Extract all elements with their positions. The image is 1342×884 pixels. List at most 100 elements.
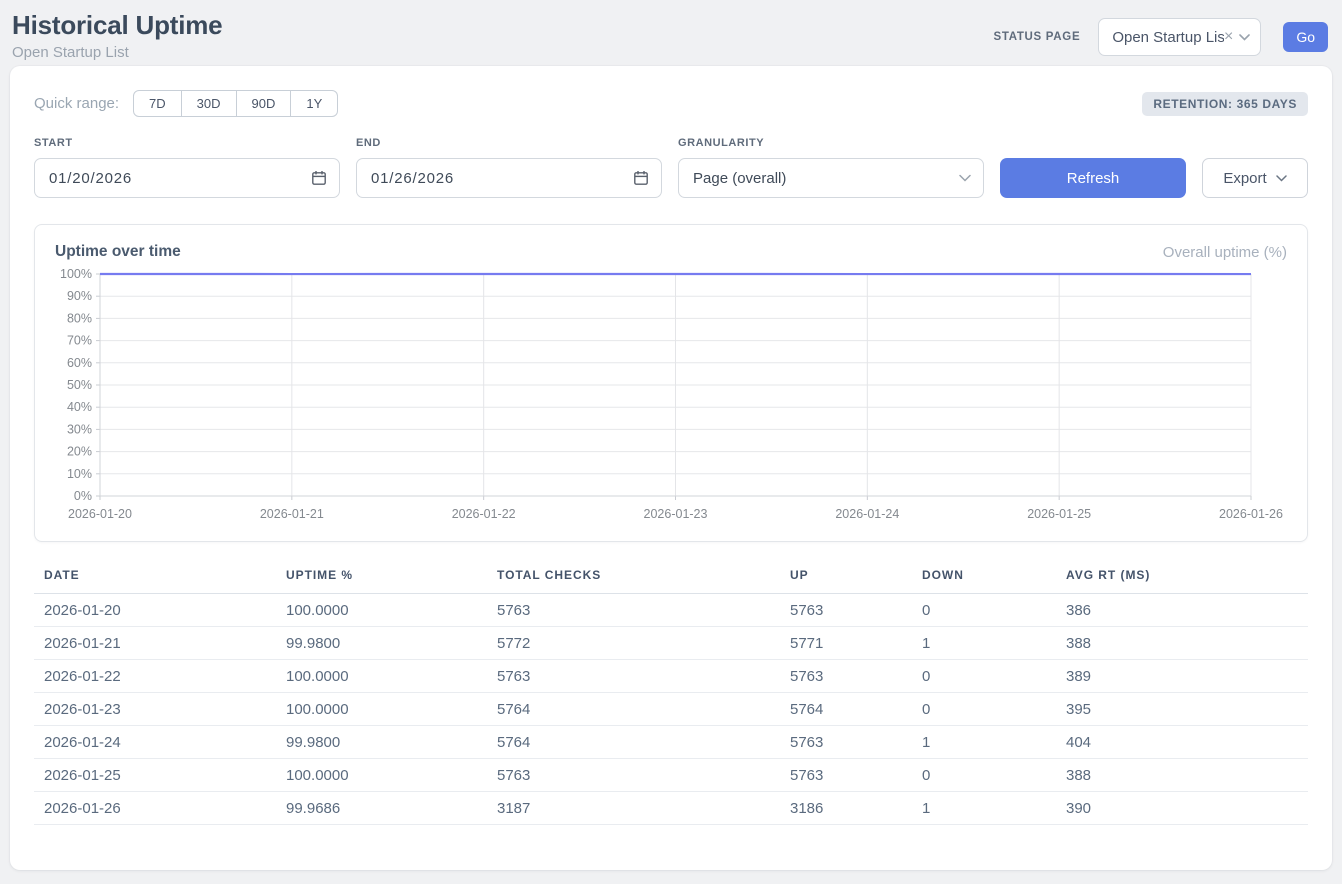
table-row: 2026-01-2699.9686318731861390 <box>34 792 1308 825</box>
table-row: 2026-01-25100.0000576357630388 <box>34 759 1308 792</box>
granularity-select[interactable]: Page (overall) <box>678 158 984 198</box>
table-cell: 5763 <box>497 759 790 792</box>
svg-text:10%: 10% <box>67 467 92 481</box>
table-cell: 388 <box>1066 759 1308 792</box>
page-header: Historical Uptime Open Startup List STAT… <box>0 0 1342 66</box>
svg-text:90%: 90% <box>67 289 92 303</box>
quick-range-30d-button[interactable]: 30D <box>182 90 237 117</box>
column-header: AVG RT (MS) <box>1066 556 1308 594</box>
table-cell: 2026-01-22 <box>34 660 286 693</box>
table-cell: 3187 <box>497 792 790 825</box>
svg-text:2026-01-21: 2026-01-21 <box>260 507 324 521</box>
page-subtitle: Open Startup List <box>12 44 222 61</box>
go-button[interactable]: Go <box>1283 22 1328 52</box>
svg-text:30%: 30% <box>67 422 92 436</box>
uptime-table: DATEUPTIME %TOTAL CHECKSUPDOWNAVG RT (MS… <box>34 556 1308 825</box>
column-header: DATE <box>34 556 286 594</box>
svg-text:2026-01-20: 2026-01-20 <box>68 507 132 521</box>
status-page-select[interactable]: Open Startup List × <box>1098 18 1261 56</box>
table-cell: 1 <box>922 792 1066 825</box>
svg-text:80%: 80% <box>67 311 92 325</box>
svg-text:20%: 20% <box>67 445 92 459</box>
quick-range-90d-button[interactable]: 90D <box>237 90 292 117</box>
chevron-down-icon <box>1239 34 1250 41</box>
status-page-select-value: Open Startup List <box>1112 29 1224 46</box>
column-header: UPTIME % <box>286 556 497 594</box>
column-header: TOTAL CHECKS <box>497 556 790 594</box>
page-title: Historical Uptime <box>12 10 222 41</box>
svg-text:2026-01-26: 2026-01-26 <box>1219 507 1283 521</box>
start-date-label: START <box>34 137 340 149</box>
table-cell: 0 <box>922 759 1066 792</box>
svg-text:50%: 50% <box>67 378 92 392</box>
table-cell: 386 <box>1066 594 1308 627</box>
table-cell: 1 <box>922 726 1066 759</box>
start-date-field: START 01/20/2026 <box>34 137 340 198</box>
table-row: 2026-01-23100.0000576457640395 <box>34 693 1308 726</box>
chart-legend: Overall uptime (%) <box>1163 244 1287 261</box>
svg-text:60%: 60% <box>67 356 92 370</box>
chevron-down-icon <box>959 174 971 182</box>
table-cell: 100.0000 <box>286 693 497 726</box>
start-date-input[interactable]: 01/20/2026 <box>34 158 340 198</box>
uptime-line-chart: 0% 10% 20% 30% 40% 50% 60% 70% 80% 90% 100% 2026-01… <box>55 267 1287 529</box>
svg-text:0%: 0% <box>74 489 92 503</box>
table-cell: 5763 <box>497 660 790 693</box>
table-cell: 389 <box>1066 660 1308 693</box>
title-block: Historical Uptime Open Startup List <box>12 10 222 61</box>
table-cell: 99.9686 <box>286 792 497 825</box>
table-cell: 5772 <box>497 627 790 660</box>
column-header: DOWN <box>922 556 1066 594</box>
table-cell: 5764 <box>497 693 790 726</box>
quick-range-7d-button[interactable]: 7D <box>133 90 182 117</box>
table-cell: 99.9800 <box>286 726 497 759</box>
table-cell: 5763 <box>497 594 790 627</box>
quick-range-group: 7D 30D 90D 1Y <box>133 90 338 117</box>
granularity-field: GRANULARITY Page (overall) <box>678 137 984 198</box>
refresh-button[interactable]: Refresh <box>1000 158 1186 198</box>
table-cell: 100.0000 <box>286 660 497 693</box>
quick-range-1y-button[interactable]: 1Y <box>291 90 338 117</box>
table-cell: 100.0000 <box>286 594 497 627</box>
chevron-down-icon <box>1276 175 1287 182</box>
table-cell: 2026-01-24 <box>34 726 286 759</box>
table-cell: 99.9800 <box>286 627 497 660</box>
table-cell: 390 <box>1066 792 1308 825</box>
table-cell: 404 <box>1066 726 1308 759</box>
chart-title: Uptime over time <box>55 243 181 261</box>
end-date-field: END 01/26/2026 <box>356 137 662 198</box>
table-row: 2026-01-2499.9800576457631404 <box>34 726 1308 759</box>
svg-text:2026-01-23: 2026-01-23 <box>644 507 708 521</box>
table-row: 2026-01-2199.9800577257711388 <box>34 627 1308 660</box>
status-page-label: STATUS PAGE <box>993 31 1080 43</box>
svg-text:100%: 100% <box>60 267 92 281</box>
svg-text:70%: 70% <box>67 334 92 348</box>
chart-header: Uptime over time Overall uptime (%) <box>55 243 1287 261</box>
table-cell: 388 <box>1066 627 1308 660</box>
status-page-controls: STATUS PAGE Open Startup List × Go <box>993 18 1328 56</box>
table-cell: 5763 <box>790 594 922 627</box>
table-cell: 2026-01-21 <box>34 627 286 660</box>
table-cell: 2026-01-20 <box>34 594 286 627</box>
table-cell: 0 <box>922 693 1066 726</box>
table-cell: 5763 <box>790 660 922 693</box>
table-cell: 0 <box>922 594 1066 627</box>
table-cell: 5763 <box>790 759 922 792</box>
calendar-icon <box>633 170 649 186</box>
calendar-icon <box>311 170 327 186</box>
table-cell: 5764 <box>790 693 922 726</box>
end-date-value: 01/26/2026 <box>371 170 454 187</box>
svg-text:40%: 40% <box>67 400 92 414</box>
uptime-chart-card: Uptime over time Overall uptime (%) 0% 10… <box>34 224 1308 542</box>
table-cell: 2026-01-26 <box>34 792 286 825</box>
clear-selection-icon[interactable]: × <box>1224 29 1233 45</box>
table-cell: 1 <box>922 627 1066 660</box>
start-date-value: 01/20/2026 <box>49 170 132 187</box>
end-date-input[interactable]: 01/26/2026 <box>356 158 662 198</box>
export-button-label: Export <box>1223 170 1266 187</box>
quick-range-label: Quick range: <box>34 95 119 112</box>
export-button[interactable]: Export <box>1202 158 1308 198</box>
table-cell: 0 <box>922 660 1066 693</box>
table-cell: 2026-01-23 <box>34 693 286 726</box>
table-cell: 3186 <box>790 792 922 825</box>
